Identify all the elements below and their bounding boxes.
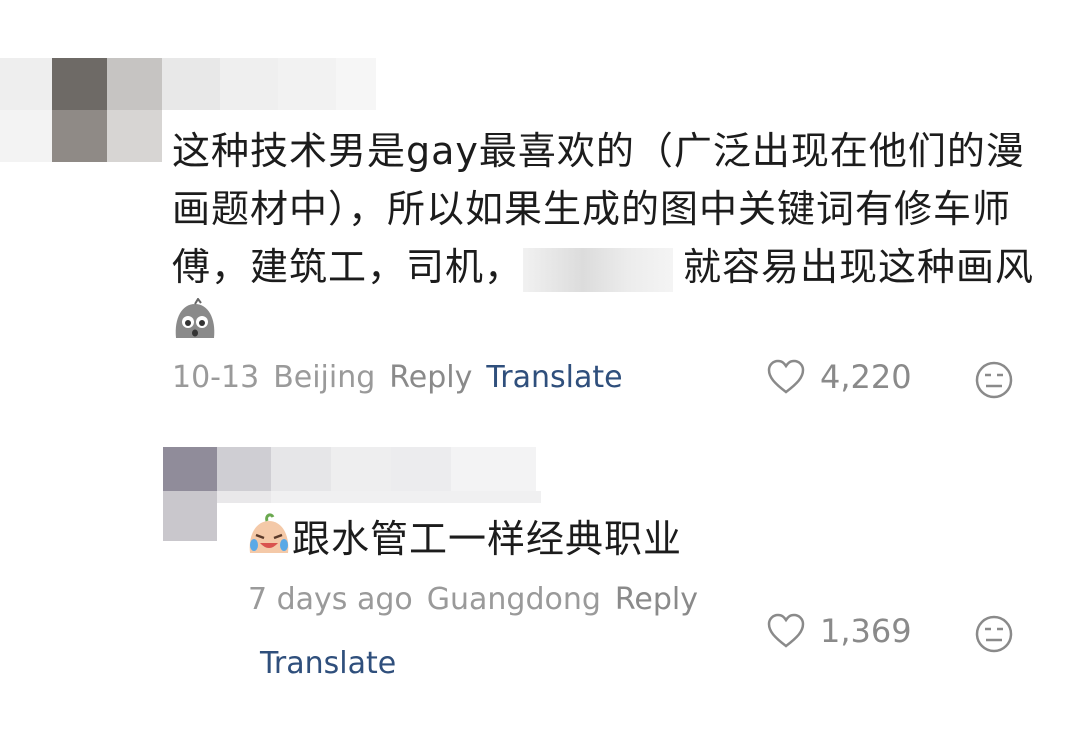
reply-button[interactable]: Reply [389, 360, 472, 395]
like-button[interactable]: 1,369 [766, 612, 912, 650]
reply-comment-body: 跟水管工一样经典职业 [292, 517, 683, 561]
comment-text-part2: 就容易出现这种画风 [683, 245, 1035, 289]
reply-location: Guangdong [426, 582, 601, 617]
reply-meta: 7 days ago Guangdong Reply [248, 582, 712, 617]
comment-date: 10-13 [172, 360, 260, 395]
redacted-word [523, 247, 674, 292]
reply-translate-row: Translate [260, 646, 410, 681]
crying-laughing-emoji [246, 512, 292, 571]
reply-button[interactable]: Reply [615, 582, 698, 617]
heart-icon [767, 613, 805, 648]
heart-icon [767, 359, 805, 394]
comment-meta: 10-13 Beijing Reply Translate [172, 360, 637, 395]
comment-text: 这种技术男是gay最喜欢的（广泛出现在他们的漫画题材中），所以如果生成的图中关键… [172, 122, 1052, 358]
translate-button[interactable]: Translate [486, 360, 622, 395]
like-button[interactable]: 4,220 [766, 358, 912, 396]
dislike-face-icon[interactable] [974, 360, 1014, 400]
reply-comment-text: 跟水管工一样经典职业 [246, 512, 1046, 571]
like-count: 1,369 [820, 612, 912, 650]
comment-location: Beijing [273, 360, 376, 395]
reply-time: 7 days ago [248, 582, 413, 617]
shocked-face-emoji [172, 296, 218, 358]
like-count: 4,220 [820, 358, 912, 396]
translate-button[interactable]: Translate [260, 646, 396, 681]
dislike-face-icon[interactable] [974, 614, 1014, 654]
